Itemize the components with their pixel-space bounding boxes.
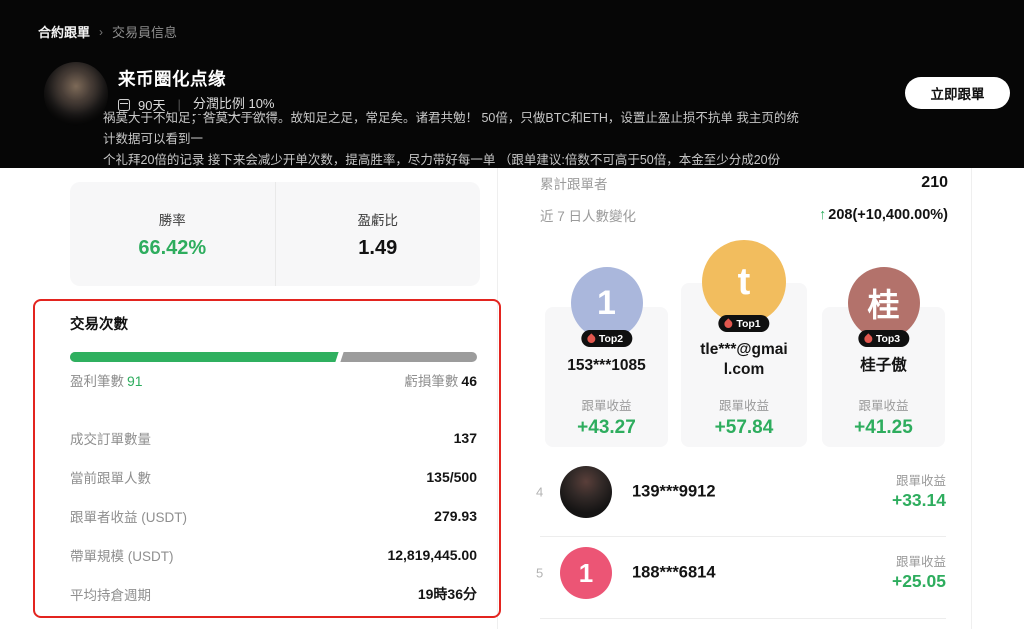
follower-name: tle***@gmail.com [696,340,792,380]
winloss-progress-bar [70,352,477,362]
total-followers-label: 累計跟單者 [540,173,608,193]
profit-value: +41.25 [822,417,945,439]
profit-label: 跟單收益 [545,395,668,414]
followers-change-label: 近 7 日人數變化 [540,205,636,225]
avatar: t [702,240,786,324]
plratio-cell: 盈虧比 1.49 [275,182,481,286]
up-arrow-icon: ↑ [819,207,826,223]
plratio-value: 1.49 [358,237,397,260]
follower-row-4[interactable]: 4 139***9912 跟單收益 +33.14 [528,466,948,518]
profit-label: 跟單收益 [681,395,807,414]
followers-change-row: 近 7 日人數變化 ↑208(+10,400.00%) [540,204,948,226]
stat-row-avg-holding: 平均持倉週期 19時36分 [70,574,477,613]
followers-change-value: ↑208(+10,400.00%) [819,207,948,223]
profit-value: +57.84 [681,417,807,439]
profit-value: +43.27 [545,417,668,439]
follower-row-5[interactable]: 5 1 188***6814 跟單收益 +25.05 [528,547,948,599]
avatar: 桂 [848,267,920,339]
profit-value: +25.05 [892,571,946,592]
breadcrumb-current: 交易員信息 [112,22,177,41]
winrate-cell: 勝率 66.42% [70,182,275,286]
winloss-counts-row: 盈利筆數91 虧損筆數46 [70,369,477,391]
stat-row-follower-pnl: 跟單者收益 (USDT) 279.93 [70,496,477,535]
trader-stat-rows: 成交訂單數量 137 當前跟單人數 135/500 跟單者收益 (USDT) 2… [70,418,477,613]
stat-row-lead-volume: 帶單規模 (USDT) 12,819,445.00 [70,535,477,574]
stat-value: 279.93 [434,508,477,524]
profit-value: +33.14 [892,490,946,511]
stat-value: 19時36分 [418,584,477,604]
follow-now-button[interactable]: 立即跟單 [905,77,1010,109]
winrate-value: 66.42% [138,237,206,260]
avatar: 1 [571,267,643,339]
follower-name: 139***9912 [632,483,716,502]
breadcrumb-root-link[interactable]: 合約跟單 [38,22,90,41]
total-followers-value: 210 [921,174,948,192]
follower-name: 153***1085 [559,356,655,376]
plratio-label: 盈虧比 [358,209,399,229]
profit-label: 跟單收益 [822,395,945,414]
winrate-plratio-card: 勝率 66.42% 盈虧比 1.49 [70,182,480,286]
top3-badge: Top3 [858,330,909,347]
stat-row-followers: 當前跟單人數 135/500 [70,457,477,496]
flame-icon [585,333,596,344]
stat-value: 137 [454,430,477,446]
trader-avatar [44,62,108,126]
row-divider [540,618,946,619]
stat-label: 帶單規模 (USDT) [70,545,174,565]
top2-badge: Top2 [581,330,632,347]
stat-label: 成交訂單數量 [70,428,151,448]
stat-row-orders: 成交訂單數量 137 [70,418,477,457]
trader-name: 来币圈化点缘 [118,66,226,91]
podium-card-top1[interactable]: t Top1 tle***@gmail.com 跟單收益 +57.84 [681,283,807,447]
total-followers-row: 累計跟單者 210 [540,172,948,194]
row-divider [540,536,946,537]
trade-count-title: 交易次數 [70,313,128,334]
podium-card-top2[interactable]: 1 Top2 153***1085 跟單收益 +43.27 [545,307,668,447]
winrate-label: 勝率 [159,209,186,229]
stat-value: 12,819,445.00 [387,547,477,563]
trade-progress-fill [70,352,339,362]
stat-label: 平均持倉週期 [70,584,151,604]
column-divider [497,168,498,629]
breadcrumb: 合約跟單 › 交易員信息 [38,22,177,41]
stat-value: 135/500 [426,469,477,485]
win-count-label: 盈利筆數 [70,374,124,389]
main-content: 勝率 66.42% 盈虧比 1.49 交易次數 盈利筆數91 虧損筆數46 [0,168,1024,629]
bio-line-1: 祸莫大于不知足；咎莫大于欲得。故知足之足，常足矣。诸君共勉！ 50倍，只做BTC… [103,108,803,150]
top1-badge: Top1 [718,315,769,332]
flame-icon [862,333,873,344]
rank-number: 5 [536,566,543,581]
profit-label: 跟單收益 [896,551,946,570]
trader-info-page: 合約跟單 › 交易員信息 来币圈化点缘 90天 | 分潤比例 10% 祸莫大于不… [0,0,1024,629]
profit-label: 跟單收益 [896,470,946,489]
loss-count-label: 虧損筆數 [404,374,458,389]
flame-icon [723,318,734,329]
loss-count-value: 46 [461,373,477,389]
stat-label: 跟單者收益 (USDT) [70,506,187,526]
win-count-value: 91 [127,373,143,389]
breadcrumb-separator-icon: › [99,25,103,39]
right-edge-divider [971,168,972,629]
avatar [560,466,612,518]
avatar: 1 [560,547,612,599]
header-banner: 合約跟單 › 交易員信息 来币圈化点缘 90天 | 分潤比例 10% 祸莫大于不… [0,0,1024,168]
stat-label: 當前跟單人數 [70,467,151,487]
follower-name: 桂子傲 [836,356,932,376]
follower-name: 188***6814 [632,564,716,583]
rank-number: 4 [536,485,543,500]
podium-card-top3[interactable]: 桂 Top3 桂子傲 跟單收益 +41.25 [822,307,945,447]
